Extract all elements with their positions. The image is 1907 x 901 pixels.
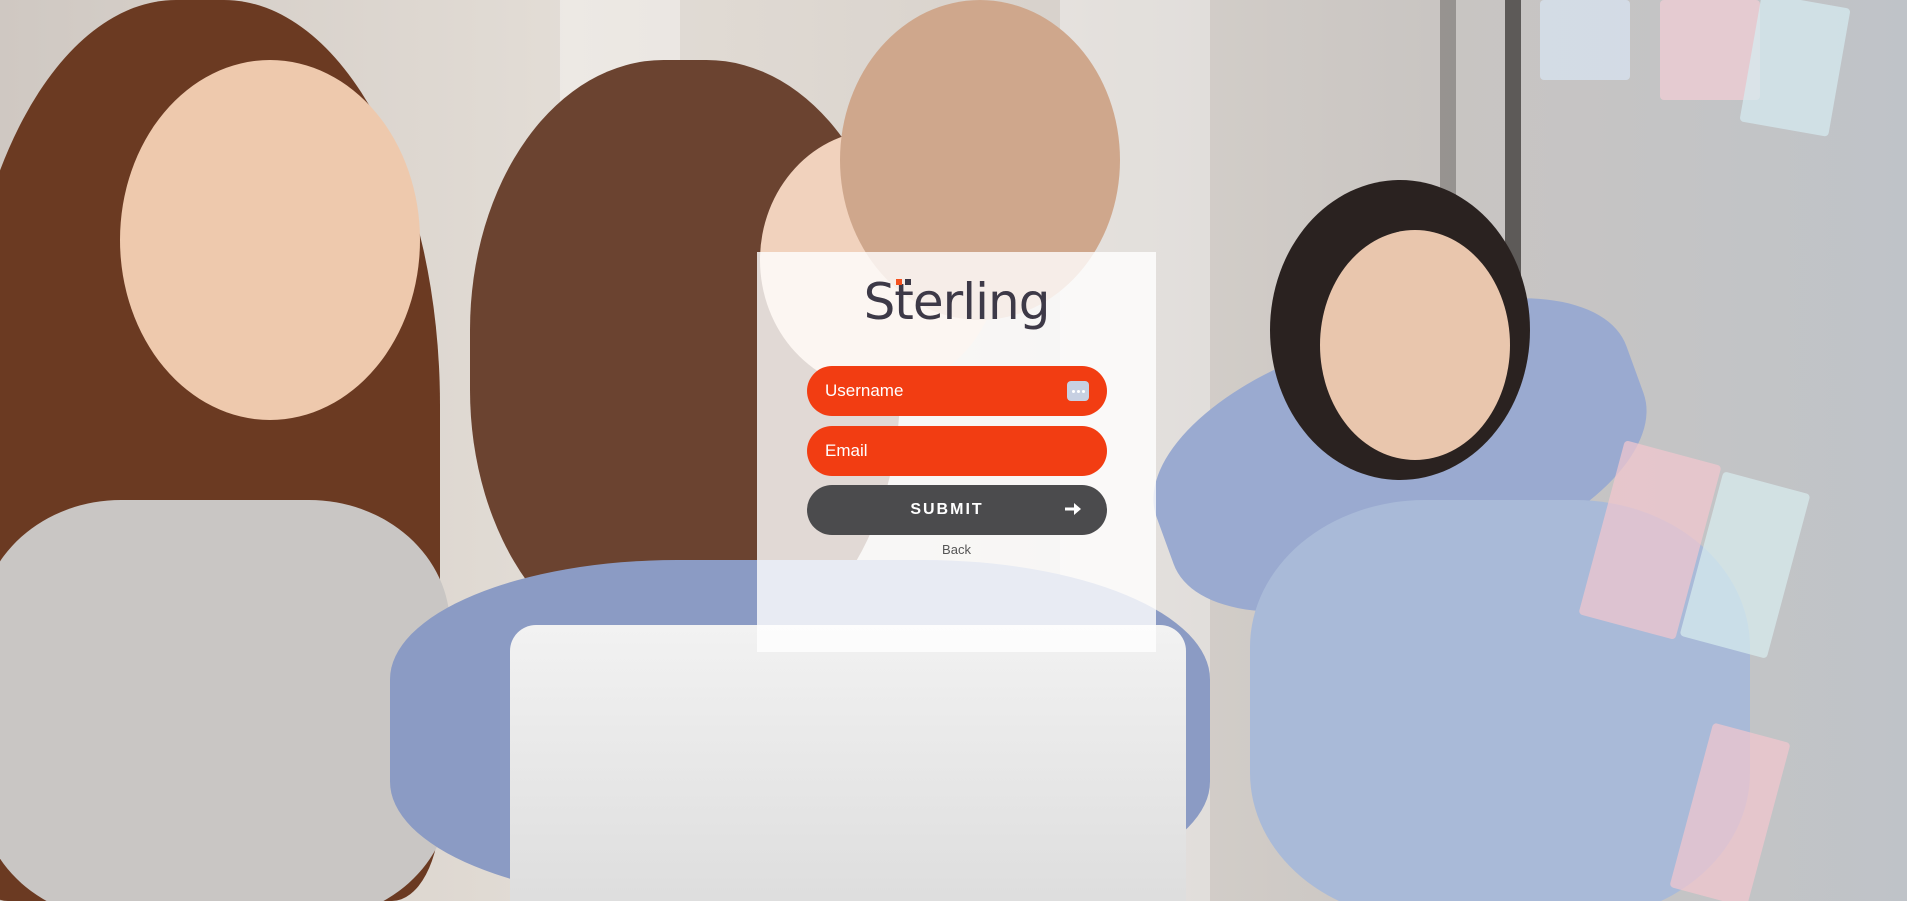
username-input[interactable]: [825, 381, 1055, 401]
email-field[interactable]: [807, 426, 1107, 476]
email-input[interactable]: [825, 441, 1055, 461]
submit-label: SUBMIT: [910, 501, 984, 518]
logo-text: Sterling: [863, 273, 1051, 331]
arrow-right-icon: [1065, 503, 1081, 515]
dots-icon[interactable]: [1067, 381, 1089, 401]
logo: Sterling: [757, 274, 1156, 330]
username-field[interactable]: [807, 366, 1107, 416]
back-link[interactable]: Back: [757, 542, 1156, 557]
logo-accent-mark: [895, 279, 911, 285]
login-panel: Sterling SUBMIT Back: [757, 252, 1156, 652]
submit-button[interactable]: SUBMIT: [807, 485, 1107, 535]
